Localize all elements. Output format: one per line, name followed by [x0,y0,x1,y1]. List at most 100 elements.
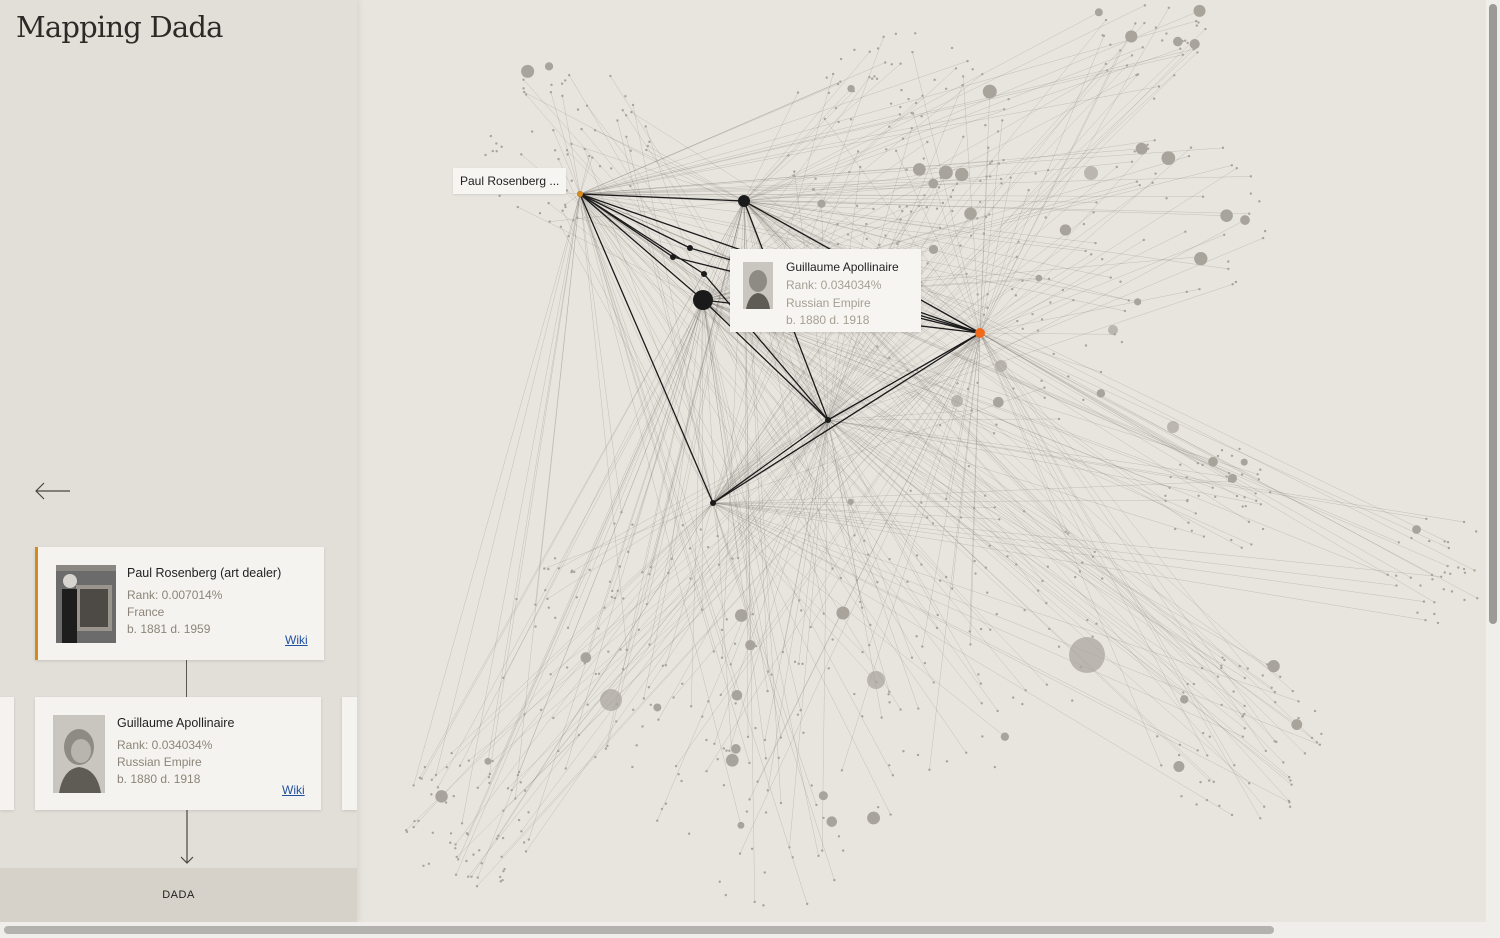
graph-node [564,767,567,770]
person-card-rosenberg[interactable]: Paul Rosenberg (art dealer) Rank: 0.0070… [35,547,324,660]
card-stub-right[interactable] [342,697,357,810]
graph-node [859,600,862,604]
graph-node [430,793,433,796]
graph-node [938,579,942,582]
graph-node [1220,448,1224,452]
vertical-scrollbar[interactable] [1486,0,1500,922]
arrow-left-icon[interactable] [34,480,72,502]
graph-node [1161,39,1164,42]
graph-node [572,570,576,574]
graph-node [981,72,984,76]
graph-node [604,747,608,750]
graph-node [699,528,702,531]
graph-node [995,360,1007,372]
graph-edge [869,332,981,646]
graph-node [984,124,987,127]
graph-node [1238,664,1241,668]
person-card-apollinaire[interactable]: Guillaume Apollinaire Rank: 0.034034% Ru… [35,697,321,810]
graph-node [1243,704,1246,708]
graph-node [1443,571,1446,574]
graph-node [1069,637,1105,673]
graph-edge [579,193,738,696]
graph-node [629,149,632,152]
graph-node [1035,274,1043,282]
wiki-link[interactable]: Wiki [285,633,308,647]
scrollbar-thumb[interactable] [1489,4,1497,624]
graph-node [1009,176,1012,179]
graph-node [861,650,864,654]
graph-node [1164,494,1167,497]
graph-node [559,225,563,228]
graph-node [1178,743,1182,746]
graph-edge [496,502,714,839]
graph-node [899,105,902,109]
graph-node [580,652,592,663]
graph-node [777,756,780,760]
graph-edge [461,193,581,824]
graph-node [1179,47,1182,50]
graph-node [900,88,903,92]
graph-node [1084,249,1087,253]
graph-node [1275,740,1278,744]
graph-node [1259,503,1263,506]
graph-node [522,87,525,90]
graph-node [894,32,898,36]
graph-node [418,776,422,780]
graph-node [705,738,708,742]
graph-node [1180,695,1189,704]
graph-node [544,588,547,592]
graph-node [1187,154,1191,158]
graph-node [860,606,864,609]
scrollbar-thumb[interactable] [4,926,1274,934]
graph-node [664,802,668,805]
graph-node [1154,172,1157,175]
graph-node [1241,505,1244,508]
graph-node [497,834,500,837]
card-stub-left[interactable] [0,697,14,810]
wiki-link[interactable]: Wiki [282,783,305,797]
graph-node [990,160,994,163]
graph-node [928,244,939,255]
graph-node [1007,98,1010,101]
graph-node [624,95,627,98]
horizontal-scrollbar[interactable] [0,922,1500,938]
graph-node [1244,504,1247,508]
graph-node [866,553,870,556]
graph-node [565,666,569,669]
graph-node [1199,780,1202,784]
graph-node [722,747,726,750]
graph-edge [827,419,938,616]
tooltip-country: Russian Empire [786,295,871,310]
graph-node [1223,233,1226,236]
graph-node [1250,543,1253,546]
graph-node [1090,253,1093,256]
graph-node [1442,588,1446,591]
graph-node [522,78,525,81]
graph-node [553,557,557,560]
network-graph-canvas[interactable] [357,0,1485,922]
graph-node [1223,658,1226,662]
graph-node [1094,8,1103,17]
graph-node [1156,735,1159,738]
graph-node [1318,743,1322,746]
graph-node [901,209,904,213]
graph-node [945,575,948,579]
graph-node [576,216,579,219]
graph-node [933,78,936,82]
graph-node [1197,494,1200,497]
graph-node [501,836,505,840]
graph-node [575,596,578,599]
graph-node [1220,209,1233,222]
graph-edge [579,147,1224,195]
graph-node [608,580,612,583]
graph-node [779,801,783,805]
graph-node [849,118,853,121]
graph-node [1202,535,1206,538]
graph-node [969,643,972,646]
graph-node [993,506,996,509]
graph-node [1243,727,1246,730]
movement-footer[interactable]: DADA [0,868,357,922]
graph-node [899,218,902,221]
network-graph[interactable] [357,0,1485,922]
graph-node [1109,276,1112,279]
